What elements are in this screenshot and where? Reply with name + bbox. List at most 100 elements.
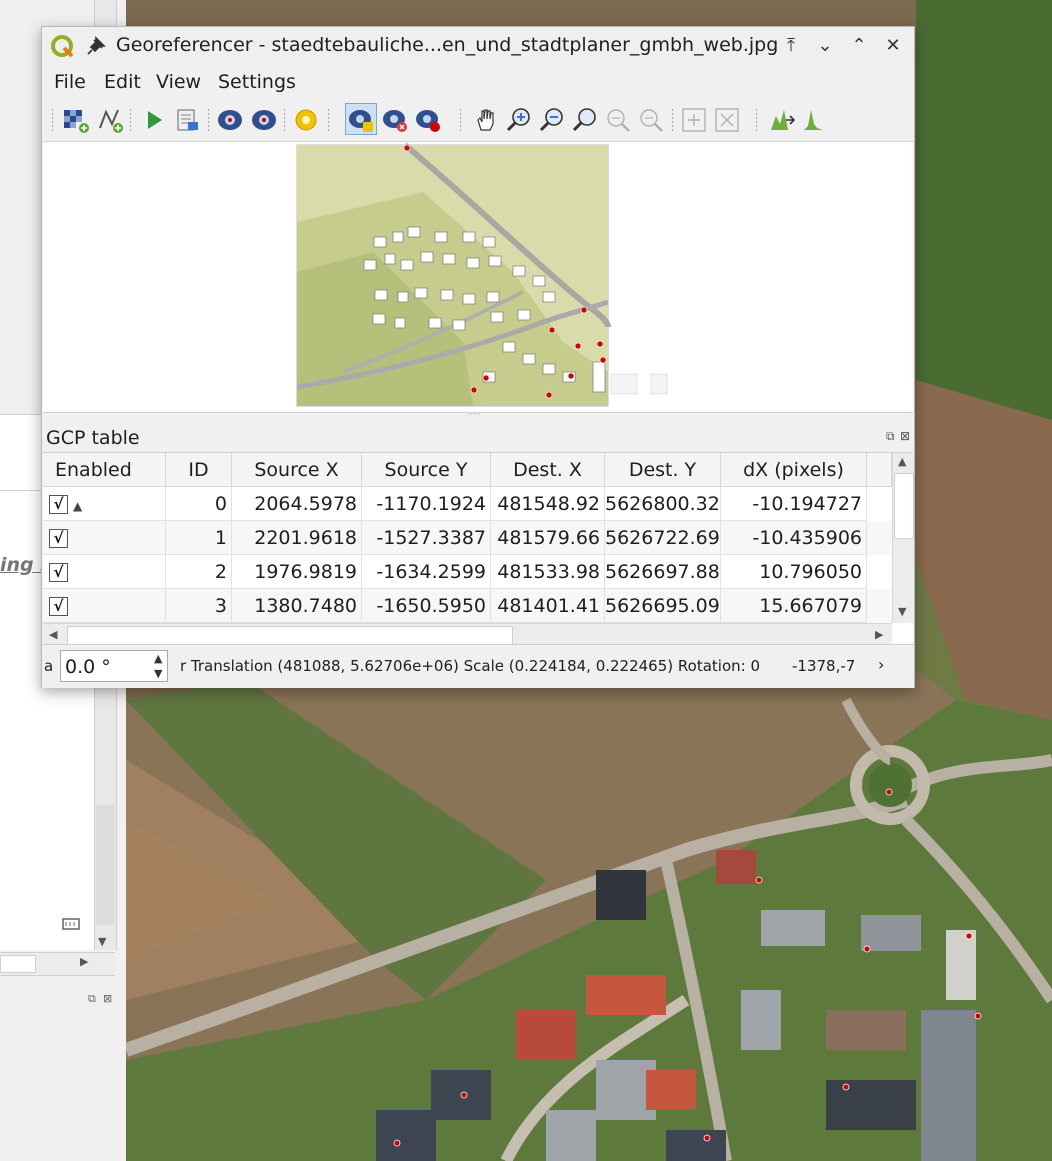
load-gcp-points-icon[interactable] [216,106,244,134]
column-header-dest-x[interactable]: Dest. X [491,453,605,487]
cell-dest-x: 481579.66 [491,521,605,555]
title-bar[interactable]: Georeferencer - staedtebauliche...en_und… [42,27,914,65]
toolbar [42,99,914,142]
gcp-table-title: GCP table [46,427,140,449]
transform-info: r Translation (481088, 5.62706e+06) Scal… [180,657,765,675]
scroll-left-arrow-icon[interactable]: ◀ [49,628,57,641]
close-dock-icon[interactable]: ⊠ [103,992,112,1005]
cell-id: 3 [166,589,232,623]
zoom-last-icon[interactable] [604,106,632,134]
cell-dx: 15.667079 [721,589,867,623]
maximize-button[interactable]: ⌃ [848,35,870,57]
transformation-settings-icon[interactable] [292,106,320,134]
pin-icon[interactable] [86,36,106,56]
scrollbar-thumb[interactable] [67,626,513,645]
minimize-button[interactable]: ⌄ [814,35,836,57]
zoom-in-icon[interactable] [505,106,533,134]
column-header-source-x[interactable]: Source X [232,453,362,487]
cell-dx: -10.435906 [721,521,867,555]
keep-above-button[interactable]: ⤒ [780,35,802,57]
splitter-handle[interactable]: ····· [468,411,488,419]
status-prefix: a [44,657,54,675]
cell-dest-y: 5626697.88 [605,555,721,589]
cell-dx: 10.796050 [721,555,867,589]
menu-file[interactable]: File [54,71,86,93]
status-more-icon[interactable]: › [878,655,884,674]
enabled-checkbox[interactable]: √ [49,563,68,582]
cell-dest-x: 481548.92 [491,487,605,521]
cell-dest-y: 5626695.09 [605,589,721,623]
table-row[interactable]: √ 0 2064.5978 -1170.1924 481548.92 56268… [43,487,892,521]
close-panel-icon[interactable]: ⊠ [900,429,910,443]
cell-source-x: 2201.9618 [232,521,362,555]
cell-source-y: -1634.2599 [362,555,491,589]
table-row[interactable]: √ 1 2201.9618 -1527.3387 481579.66 56267… [43,521,892,555]
link-georef-to-qgis-icon[interactable] [680,106,708,134]
cell-id: 1 [166,521,232,555]
zoom-to-layer-icon[interactable] [571,106,599,134]
scroll-down-arrow-icon[interactable]: ▼ [898,605,906,618]
scrollbar-thumb[interactable] [96,805,114,925]
rotation-spinner[interactable]: ▲ ▼ [150,650,170,682]
cell-source-x: 1380.7480 [232,589,362,623]
georeferencer-canvas[interactable] [43,142,913,413]
enabled-checkbox[interactable]: √ [49,495,68,514]
enabled-checkbox[interactable]: √ [49,597,68,616]
cell-dest-y: 5626722.69 [605,521,721,555]
enabled-checkbox[interactable]: √ [49,529,68,548]
gcp-table: Enabled ▲ ID Source X Source Y Dest. X D… [43,452,914,646]
cell-dx: -10.194727 [721,487,867,521]
status-bar: a 0.0 ° ▲ ▼ r Translation (481088, 5.627… [42,644,914,688]
table-row[interactable]: √ 2 1976.9819 -1634.2599 481533.98 56266… [43,555,892,589]
local-histogram-stretch-icon[interactable] [801,106,829,134]
scroll-up-arrow-icon[interactable]: ▲ [898,455,906,468]
scroll-right-arrow-icon[interactable]: ▶ [875,628,883,641]
spin-up-icon[interactable]: ▲ [154,652,162,665]
cell-dest-x: 481533.98 [491,555,605,589]
column-header-source-y[interactable]: Source Y [362,453,491,487]
close-button[interactable]: ✕ [882,35,904,57]
add-point-icon[interactable] [347,106,375,134]
cell-dest-y: 5626800.32 [605,487,721,521]
menu-view[interactable]: View [156,71,201,93]
float-panel-icon[interactable]: ⧉ [886,429,895,444]
column-header-dx[interactable]: dX (pixels) [721,453,867,487]
generate-script-icon[interactable] [174,106,202,134]
coordinate-readout: -1378,-7 [792,657,856,675]
window-title: Georeferencer - staedtebauliche...en_und… [116,34,779,56]
float-dock-icon[interactable]: ⧉ [88,992,96,1006]
menu-bar: File Edit View Settings [42,65,914,99]
scroll-down-arrow-icon[interactable]: ▼ [98,935,106,948]
cell-source-y: -1650.5950 [362,589,491,623]
spin-down-icon[interactable]: ▼ [154,667,162,680]
save-gcp-points-icon[interactable] [250,106,278,134]
column-header-enabled[interactable]: Enabled ▲ [43,453,166,513]
open-raster-icon[interactable] [62,106,90,134]
scroll-right-arrow-icon[interactable]: ▶ [80,955,88,968]
table-horizontal-scrollbar[interactable]: ◀ ▶ [43,623,892,646]
scrollbar-thumb[interactable] [894,473,914,539]
full-histogram-stretch-icon[interactable] [768,106,796,134]
zoom-out-icon[interactable] [538,106,566,134]
pan-icon[interactable] [472,106,500,134]
zoom-next-icon[interactable] [637,106,665,134]
open-gcp-points-icon[interactable] [96,106,124,134]
start-georeferencing-icon[interactable] [140,106,168,134]
delete-point-icon[interactable] [381,106,409,134]
cell-id: 2 [166,555,232,589]
panel-settings-icon[interactable] [60,915,82,933]
table-vertical-scrollbar[interactable]: ▲ ▼ [892,453,914,623]
cell-source-y: -1170.1924 [362,487,491,521]
menu-settings[interactable]: Settings [218,71,296,93]
column-header-id[interactable]: ID [166,453,232,487]
link-qgis-to-georef-icon[interactable] [713,106,741,134]
table-row[interactable]: √ 3 1380.7480 -1650.5950 481401.41 56266… [43,589,892,623]
menu-edit[interactable]: Edit [104,71,141,93]
qgis-logo-icon [50,34,76,60]
cell-dest-x: 481401.41 [491,589,605,623]
column-header-dest-y[interactable]: Dest. Y [605,453,721,487]
cell-id: 0 [166,487,232,521]
scrollbar-thumb[interactable] [0,955,36,973]
move-point-icon[interactable] [414,106,442,134]
cell-source-y: -1527.3387 [362,521,491,555]
